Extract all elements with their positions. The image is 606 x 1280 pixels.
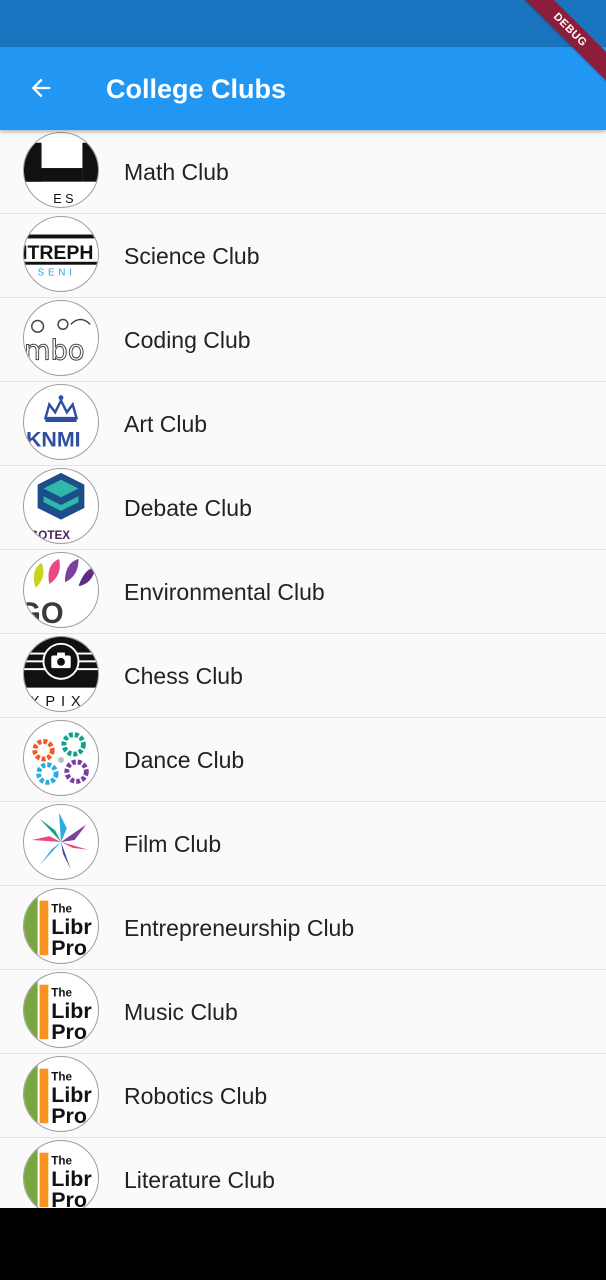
system-navigation-bar	[0, 1208, 606, 1280]
logo-library-icon: The Libr Pro	[23, 1140, 99, 1208]
list-item[interactable]: The Libr Pro Robotics Club	[0, 1054, 606, 1138]
arrow-back-icon	[31, 78, 51, 98]
logo-mbo-icon: mbo	[23, 300, 99, 376]
logo-text: GO	[24, 598, 64, 627]
logo-text: KNMI	[26, 427, 81, 451]
logo-text: XPIX	[30, 694, 87, 710]
club-name: Science Club	[124, 243, 260, 269]
logo-library-icon: The Libr Pro	[23, 972, 99, 1048]
svg-text:Libr: Libr	[51, 915, 91, 939]
logo-camera-icon: XPIX	[23, 636, 99, 712]
app-bar: College Clubs	[0, 47, 606, 130]
club-name: Math Club	[124, 159, 229, 185]
logo-library-icon: The Libr Pro	[23, 1056, 99, 1132]
svg-text:Pro: Pro	[51, 1188, 87, 1208]
svg-text:Pro: Pro	[51, 936, 87, 960]
club-name: Coding Club	[124, 327, 251, 353]
list-item[interactable]: ITREPH SENI Science Club	[0, 214, 606, 298]
list-item[interactable]: Film Club	[0, 802, 606, 886]
status-bar	[0, 0, 606, 47]
club-name: Music Club	[124, 999, 238, 1025]
club-list[interactable]: E S Math Club ITREPH SENI Science Club m…	[0, 130, 606, 1208]
logo-text: ITREPH	[24, 242, 93, 264]
svg-text:Pro: Pro	[51, 1020, 87, 1044]
logo-itreph-icon: ITREPH SENI	[23, 216, 99, 292]
svg-text:Pro: Pro	[51, 1104, 87, 1128]
list-item[interactable]: KNMI Art Club	[0, 382, 606, 466]
logo-es-icon: E S	[23, 132, 99, 208]
club-name: Literature Club	[124, 1167, 275, 1193]
svg-text:Libr: Libr	[51, 1083, 91, 1107]
logo-ngo-leaves-icon: GO	[23, 552, 99, 628]
list-item[interactable]: Dance Club	[0, 718, 606, 802]
logo-ogotex-icon: OGOTEX	[23, 468, 99, 544]
club-name: Robotics Club	[124, 1083, 268, 1109]
list-item[interactable]: The Libr Pro Music Club	[0, 970, 606, 1054]
club-name: Art Club	[124, 411, 208, 437]
club-name: Environmental Club	[124, 579, 325, 605]
logo-text: OGOTEX	[24, 529, 70, 542]
club-name: Film Club	[124, 831, 222, 857]
svg-text:The: The	[51, 902, 72, 915]
svg-text:Libr: Libr	[51, 999, 91, 1023]
club-name: Entrepreneurship Club	[124, 915, 355, 941]
page-title: College Clubs	[106, 74, 287, 104]
club-name: Dance Club	[124, 747, 245, 773]
logo-flower-icon	[23, 804, 99, 880]
svg-text:Libr: Libr	[51, 1167, 91, 1191]
logo-knmi-crown-icon: KNMI	[23, 384, 99, 460]
logo-library-icon: The Libr Pro	[23, 888, 99, 964]
list-item[interactable]: The Libr Pro Entrepreneurship Club	[0, 886, 606, 970]
svg-text:The: The	[51, 1070, 72, 1083]
list-item[interactable]: GO Environmental Club	[0, 550, 606, 634]
list-item[interactable]: mbo Coding Club	[0, 298, 606, 382]
list-item[interactable]: The Libr Pro Literature Club	[0, 1138, 606, 1208]
svg-text:The: The	[51, 1154, 72, 1167]
club-name: Chess Club	[124, 663, 243, 689]
svg-text:SENI: SENI	[38, 267, 76, 278]
list-item[interactable]: XPIX Chess Club	[0, 634, 606, 718]
back-button[interactable]	[16, 63, 66, 113]
club-name: Debate Club	[124, 495, 252, 521]
list-item[interactable]: E S Math Club	[0, 130, 606, 214]
list-item[interactable]: OGOTEX Debate Club	[0, 466, 606, 550]
logo-text: E S	[53, 192, 73, 206]
logo-gears-icon	[23, 720, 99, 796]
logo-text: mbo	[24, 335, 85, 366]
svg-text:The: The	[51, 986, 72, 999]
